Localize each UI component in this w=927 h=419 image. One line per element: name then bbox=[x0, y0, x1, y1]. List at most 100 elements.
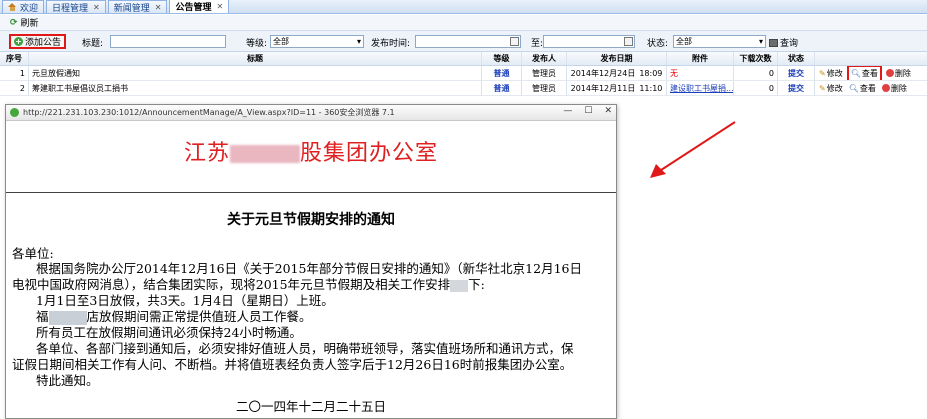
chevron-down-icon: ▾ bbox=[758, 37, 763, 46]
row-status: 提交 bbox=[778, 66, 815, 80]
view-button[interactable]: 🔍︎ 查看 bbox=[846, 66, 882, 80]
refresh-icon[interactable]: ⟳ bbox=[10, 18, 18, 28]
refresh-toolbar: ⟳ 刷新 bbox=[0, 15, 927, 31]
header-attachment[interactable]: 附件 bbox=[667, 52, 734, 65]
sign-date: 二〇一四年十二月二十五日 bbox=[235, 399, 386, 414]
tab-announcements[interactable]: 公告管理 ✕ bbox=[169, 0, 230, 13]
maximize-icon[interactable]: ☐ bbox=[584, 106, 592, 116]
delete-button[interactable]: 删除 bbox=[881, 83, 907, 94]
header-publisher[interactable]: 发布人 bbox=[522, 52, 567, 65]
row-attachment: 无 bbox=[667, 66, 734, 80]
delete-label: 删除 bbox=[894, 68, 911, 78]
paragraph: 特此通知。 bbox=[36, 373, 99, 388]
org-header: 江苏 股集团办公室 bbox=[6, 135, 616, 167]
close-icon[interactable]: ✕ bbox=[93, 3, 100, 12]
minimize-icon[interactable]: — bbox=[563, 106, 572, 116]
title-input[interactable] bbox=[110, 35, 226, 48]
edit-button[interactable]: ✎ 修改 bbox=[819, 68, 843, 79]
delete-icon bbox=[881, 84, 890, 92]
header-date[interactable]: 发布日期 bbox=[567, 52, 667, 65]
document-body: 江苏 股集团办公室 关于元旦节假期安排的通知 各单位: 根据国务院办公厅2014年… bbox=[6, 122, 616, 419]
add-announcement-button[interactable]: + 添加公告 bbox=[9, 34, 67, 49]
header-actions bbox=[815, 52, 927, 65]
table-header: 序号 标题 等级 发布人 发布日期 附件 下载次数 状态 bbox=[0, 52, 927, 66]
start-date-input[interactable] bbox=[415, 35, 521, 48]
level-select[interactable]: 全部 ▾ bbox=[270, 35, 364, 48]
title-label: 标题: bbox=[82, 39, 104, 49]
window-titlebar[interactable]: http://221.231.103.230:1012/Announcement… bbox=[6, 105, 616, 121]
pencil-icon: ✎ bbox=[819, 68, 826, 78]
header-divider bbox=[6, 192, 616, 193]
delete-icon bbox=[885, 69, 894, 77]
row-title: 筹建职工书屋倡议员工捐书 bbox=[29, 81, 482, 95]
delete-label: 删除 bbox=[890, 83, 907, 93]
row-publisher: 管理员 bbox=[522, 81, 567, 95]
calendar-icon[interactable] bbox=[510, 37, 519, 46]
table-row[interactable]: 2 筹建职工书屋倡议员工捐书 普通 管理员 2014年12月11日 11:10 … bbox=[0, 81, 927, 96]
window-controls: — ☐ ✕ bbox=[563, 106, 612, 116]
announcement-view-window: http://221.231.103.230:1012/Announcement… bbox=[5, 104, 617, 419]
row-downloads: 0 bbox=[734, 81, 778, 95]
tab-bar: 欢迎 日程管理 ✕ 新闻管理 ✕ 公告管理 ✕ bbox=[0, 0, 927, 14]
row-actions: ✎ 修改 🔍︎ 查看 删除 bbox=[815, 81, 927, 95]
edit-label: 修改 bbox=[826, 68, 843, 78]
level-label: 等级: bbox=[246, 39, 268, 49]
chevron-down-icon: ▾ bbox=[356, 37, 361, 46]
table-row[interactable]: 1 元旦放假通知 普通 管理员 2014年12月24日 18:09 无 0 提交… bbox=[0, 66, 927, 81]
refresh-button[interactable]: 刷新 bbox=[21, 16, 39, 29]
status-select[interactable]: 全部 ▾ bbox=[673, 35, 766, 48]
search-bar: + 添加公告 标题: 等级: 全部 ▾ 发布时间: 至: 状态: 全部 ▾ 查询 bbox=[0, 31, 927, 52]
header-no[interactable]: 序号 bbox=[0, 52, 29, 65]
tab-label: 新闻管理 bbox=[113, 3, 150, 14]
view-label: 查看 bbox=[859, 83, 876, 93]
end-date-input[interactable] bbox=[543, 35, 635, 48]
home-icon bbox=[8, 3, 17, 11]
close-icon[interactable]: ✕ bbox=[216, 2, 223, 11]
view-button[interactable]: 🔍︎ 查看 bbox=[847, 82, 878, 95]
row-no: 2 bbox=[0, 81, 29, 95]
redacted-mask bbox=[230, 145, 300, 163]
row-level: 普通 bbox=[482, 81, 522, 95]
browser-icon bbox=[10, 108, 19, 117]
query-button[interactable]: 查询 bbox=[769, 36, 798, 49]
header-downloads[interactable]: 下载次数 bbox=[734, 52, 778, 65]
close-icon[interactable]: ✕ bbox=[604, 106, 612, 116]
row-date: 2014年12月11日 11:10 bbox=[567, 81, 667, 95]
tab-label: 欢迎 bbox=[20, 3, 39, 14]
tab-welcome[interactable]: 欢迎 bbox=[2, 0, 45, 14]
level-value: 全部 bbox=[273, 37, 289, 46]
annotation-arrow bbox=[650, 121, 736, 178]
org-name-left: 江苏 bbox=[183, 141, 230, 166]
add-label: 添加公告 bbox=[25, 38, 62, 48]
magnifier-icon: 🔍︎ bbox=[848, 83, 859, 93]
row-actions: ✎ 修改 🔍︎ 查看 删除 bbox=[815, 66, 927, 80]
header-status[interactable]: 状态 bbox=[778, 52, 815, 65]
row-date: 2014年12月24日 18:09 bbox=[567, 66, 667, 80]
row-status: 提交 bbox=[778, 81, 815, 95]
row-date-day: 2014年12月11日 bbox=[570, 83, 636, 93]
row-attachment-link[interactable]: 建设职工书屋捐... bbox=[667, 81, 734, 95]
row-publisher: 管理员 bbox=[522, 66, 567, 80]
tab-schedule[interactable]: 日程管理 ✕ bbox=[46, 0, 106, 14]
view-label: 查看 bbox=[861, 68, 878, 78]
close-icon[interactable]: ✕ bbox=[155, 3, 162, 12]
row-level: 普通 bbox=[482, 66, 522, 80]
status-value: 全部 bbox=[676, 37, 692, 46]
row-title: 元旦放假通知 bbox=[29, 66, 482, 80]
tab-label: 公告管理 bbox=[175, 3, 212, 13]
row-downloads: 0 bbox=[734, 66, 778, 80]
row-date-time: 18:09 bbox=[639, 68, 663, 78]
row-no: 1 bbox=[0, 66, 29, 80]
tab-news[interactable]: 新闻管理 ✕ bbox=[107, 0, 168, 14]
to-label: 至: bbox=[531, 39, 544, 49]
header-level[interactable]: 等级 bbox=[482, 52, 522, 65]
calendar-icon[interactable] bbox=[624, 37, 633, 46]
edit-label: 修改 bbox=[826, 83, 843, 93]
pencil-icon: ✎ bbox=[819, 83, 826, 93]
delete-button[interactable]: 删除 bbox=[885, 68, 911, 79]
header-title[interactable]: 标题 bbox=[29, 52, 482, 65]
edit-button[interactable]: ✎ 修改 bbox=[819, 83, 843, 94]
row-date-day: 2014年12月24日 bbox=[570, 68, 636, 78]
tab-label: 日程管理 bbox=[52, 3, 89, 14]
org-name-right: 股集团办公室 bbox=[300, 141, 439, 166]
